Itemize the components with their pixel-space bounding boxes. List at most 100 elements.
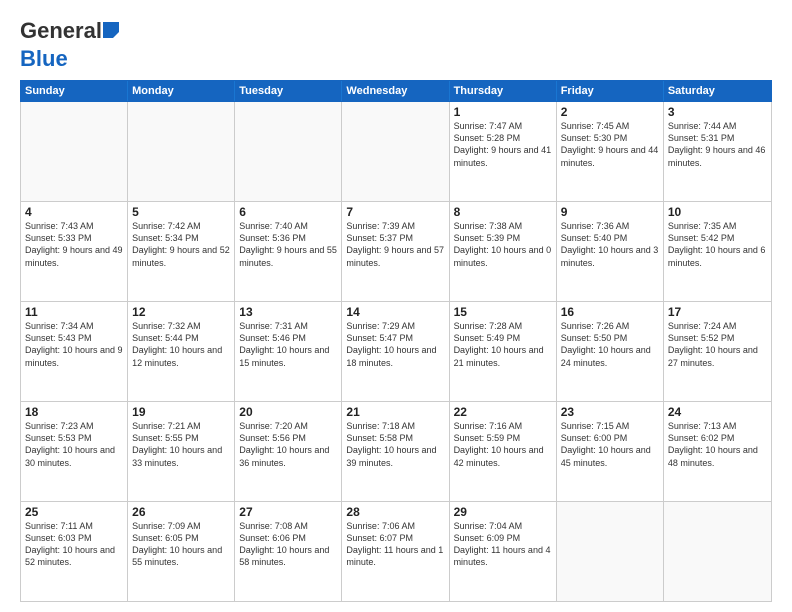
calendar-cell: 15Sunrise: 7:28 AM Sunset: 5:49 PM Dayli… [450, 302, 557, 401]
calendar-header: SundayMondayTuesdayWednesdayThursdayFrid… [20, 80, 772, 102]
day-number: 11 [25, 305, 123, 319]
day-info: Sunrise: 7:20 AM Sunset: 5:56 PM Dayligh… [239, 420, 337, 469]
page: General Blue SundayMondayTuesdayWednesda… [0, 0, 792, 612]
day-info: Sunrise: 7:31 AM Sunset: 5:46 PM Dayligh… [239, 320, 337, 369]
calendar-cell: 14Sunrise: 7:29 AM Sunset: 5:47 PM Dayli… [342, 302, 449, 401]
calendar-cell: 17Sunrise: 7:24 AM Sunset: 5:52 PM Dayli… [664, 302, 771, 401]
day-info: Sunrise: 7:36 AM Sunset: 5:40 PM Dayligh… [561, 220, 659, 269]
weekday-header: Monday [128, 81, 235, 101]
day-info: Sunrise: 7:47 AM Sunset: 5:28 PM Dayligh… [454, 120, 552, 169]
day-number: 20 [239, 405, 337, 419]
calendar-cell: 29Sunrise: 7:04 AM Sunset: 6:09 PM Dayli… [450, 502, 557, 601]
weekday-header: Tuesday [235, 81, 342, 101]
day-number: 28 [346, 505, 444, 519]
calendar-cell: 8Sunrise: 7:38 AM Sunset: 5:39 PM Daylig… [450, 202, 557, 301]
day-info: Sunrise: 7:35 AM Sunset: 5:42 PM Dayligh… [668, 220, 767, 269]
day-number: 5 [132, 205, 230, 219]
calendar-cell: 18Sunrise: 7:23 AM Sunset: 5:53 PM Dayli… [21, 402, 128, 501]
calendar-cell: 10Sunrise: 7:35 AM Sunset: 5:42 PM Dayli… [664, 202, 771, 301]
calendar-cell: 20Sunrise: 7:20 AM Sunset: 5:56 PM Dayli… [235, 402, 342, 501]
day-info: Sunrise: 7:29 AM Sunset: 5:47 PM Dayligh… [346, 320, 444, 369]
day-number: 29 [454, 505, 552, 519]
calendar-cell: 7Sunrise: 7:39 AM Sunset: 5:37 PM Daylig… [342, 202, 449, 301]
calendar-cell [342, 102, 449, 201]
weekday-header: Thursday [450, 81, 557, 101]
day-number: 21 [346, 405, 444, 419]
day-info: Sunrise: 7:32 AM Sunset: 5:44 PM Dayligh… [132, 320, 230, 369]
day-info: Sunrise: 7:15 AM Sunset: 6:00 PM Dayligh… [561, 420, 659, 469]
logo: General Blue [20, 18, 120, 72]
day-number: 23 [561, 405, 659, 419]
calendar-cell: 25Sunrise: 7:11 AM Sunset: 6:03 PM Dayli… [21, 502, 128, 601]
calendar-cell: 22Sunrise: 7:16 AM Sunset: 5:59 PM Dayli… [450, 402, 557, 501]
day-number: 1 [454, 105, 552, 119]
calendar-row: 25Sunrise: 7:11 AM Sunset: 6:03 PM Dayli… [21, 502, 771, 601]
day-number: 9 [561, 205, 659, 219]
calendar-cell [21, 102, 128, 201]
header: General Blue [20, 18, 772, 72]
day-number: 22 [454, 405, 552, 419]
calendar-cell: 4Sunrise: 7:43 AM Sunset: 5:33 PM Daylig… [21, 202, 128, 301]
day-info: Sunrise: 7:23 AM Sunset: 5:53 PM Dayligh… [25, 420, 123, 469]
day-number: 8 [454, 205, 552, 219]
weekday-header: Sunday [21, 81, 128, 101]
day-number: 3 [668, 105, 767, 119]
day-info: Sunrise: 7:08 AM Sunset: 6:06 PM Dayligh… [239, 520, 337, 569]
calendar-row: 1Sunrise: 7:47 AM Sunset: 5:28 PM Daylig… [21, 102, 771, 202]
day-info: Sunrise: 7:34 AM Sunset: 5:43 PM Dayligh… [25, 320, 123, 369]
day-info: Sunrise: 7:43 AM Sunset: 5:33 PM Dayligh… [25, 220, 123, 269]
calendar-cell: 23Sunrise: 7:15 AM Sunset: 6:00 PM Dayli… [557, 402, 664, 501]
weekday-header: Saturday [664, 81, 771, 101]
calendar-cell: 6Sunrise: 7:40 AM Sunset: 5:36 PM Daylig… [235, 202, 342, 301]
day-number: 6 [239, 205, 337, 219]
day-info: Sunrise: 7:45 AM Sunset: 5:30 PM Dayligh… [561, 120, 659, 169]
calendar-cell: 2Sunrise: 7:45 AM Sunset: 5:30 PM Daylig… [557, 102, 664, 201]
calendar: SundayMondayTuesdayWednesdayThursdayFrid… [20, 80, 772, 602]
day-number: 12 [132, 305, 230, 319]
day-info: Sunrise: 7:28 AM Sunset: 5:49 PM Dayligh… [454, 320, 552, 369]
day-number: 7 [346, 205, 444, 219]
day-info: Sunrise: 7:42 AM Sunset: 5:34 PM Dayligh… [132, 220, 230, 269]
day-info: Sunrise: 7:44 AM Sunset: 5:31 PM Dayligh… [668, 120, 767, 169]
day-info: Sunrise: 7:21 AM Sunset: 5:55 PM Dayligh… [132, 420, 230, 469]
day-number: 17 [668, 305, 767, 319]
day-number: 10 [668, 205, 767, 219]
calendar-cell: 1Sunrise: 7:47 AM Sunset: 5:28 PM Daylig… [450, 102, 557, 201]
calendar-cell: 5Sunrise: 7:42 AM Sunset: 5:34 PM Daylig… [128, 202, 235, 301]
calendar-cell: 12Sunrise: 7:32 AM Sunset: 5:44 PM Dayli… [128, 302, 235, 401]
day-number: 2 [561, 105, 659, 119]
calendar-cell [557, 502, 664, 601]
day-info: Sunrise: 7:16 AM Sunset: 5:59 PM Dayligh… [454, 420, 552, 469]
calendar-cell: 3Sunrise: 7:44 AM Sunset: 5:31 PM Daylig… [664, 102, 771, 201]
calendar-cell [235, 102, 342, 201]
calendar-row: 18Sunrise: 7:23 AM Sunset: 5:53 PM Dayli… [21, 402, 771, 502]
calendar-row: 11Sunrise: 7:34 AM Sunset: 5:43 PM Dayli… [21, 302, 771, 402]
day-number: 4 [25, 205, 123, 219]
calendar-cell: 26Sunrise: 7:09 AM Sunset: 6:05 PM Dayli… [128, 502, 235, 601]
day-number: 19 [132, 405, 230, 419]
day-number: 15 [454, 305, 552, 319]
day-number: 25 [25, 505, 123, 519]
logo-text: General [20, 18, 120, 46]
day-number: 13 [239, 305, 337, 319]
day-info: Sunrise: 7:13 AM Sunset: 6:02 PM Dayligh… [668, 420, 767, 469]
calendar-cell: 24Sunrise: 7:13 AM Sunset: 6:02 PM Dayli… [664, 402, 771, 501]
day-info: Sunrise: 7:04 AM Sunset: 6:09 PM Dayligh… [454, 520, 552, 569]
day-number: 14 [346, 305, 444, 319]
weekday-header: Wednesday [342, 81, 449, 101]
day-number: 18 [25, 405, 123, 419]
day-info: Sunrise: 7:39 AM Sunset: 5:37 PM Dayligh… [346, 220, 444, 269]
calendar-cell: 19Sunrise: 7:21 AM Sunset: 5:55 PM Dayli… [128, 402, 235, 501]
calendar-cell: 21Sunrise: 7:18 AM Sunset: 5:58 PM Dayli… [342, 402, 449, 501]
calendar-cell: 13Sunrise: 7:31 AM Sunset: 5:46 PM Dayli… [235, 302, 342, 401]
day-number: 16 [561, 305, 659, 319]
day-number: 26 [132, 505, 230, 519]
logo-icon [103, 18, 119, 44]
calendar-row: 4Sunrise: 7:43 AM Sunset: 5:33 PM Daylig… [21, 202, 771, 302]
calendar-cell: 28Sunrise: 7:06 AM Sunset: 6:07 PM Dayli… [342, 502, 449, 601]
day-info: Sunrise: 7:38 AM Sunset: 5:39 PM Dayligh… [454, 220, 552, 269]
day-info: Sunrise: 7:40 AM Sunset: 5:36 PM Dayligh… [239, 220, 337, 269]
calendar-body: 1Sunrise: 7:47 AM Sunset: 5:28 PM Daylig… [20, 102, 772, 602]
weekday-header: Friday [557, 81, 664, 101]
calendar-cell [664, 502, 771, 601]
